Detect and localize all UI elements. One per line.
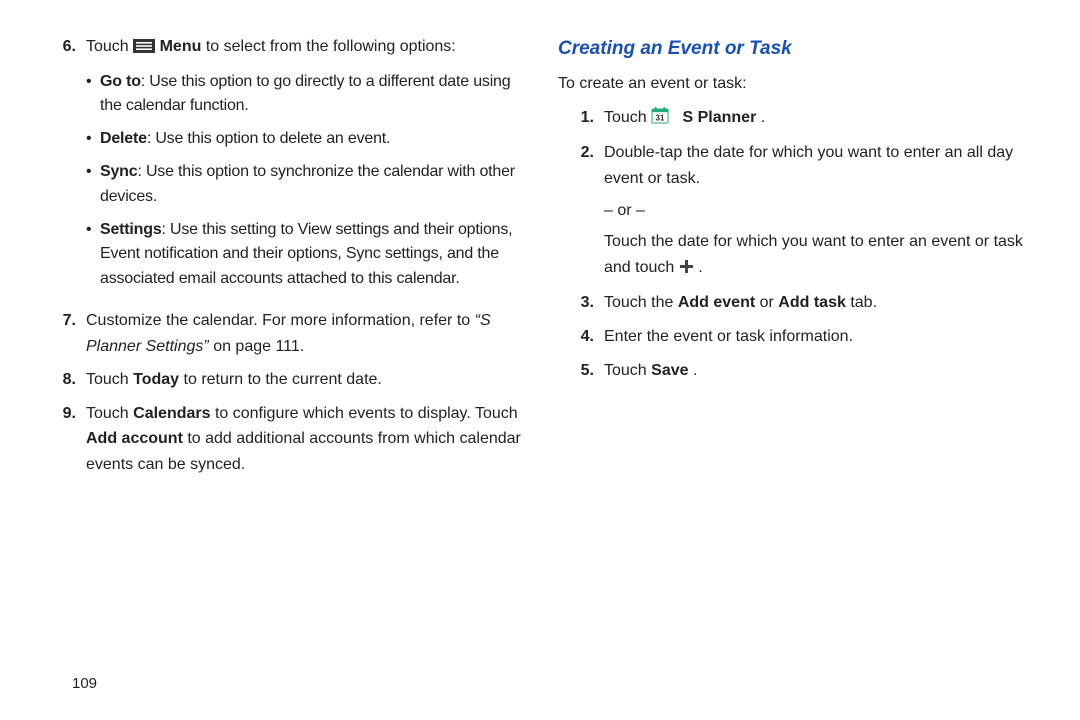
bullet-text: : Use this option to go directly to a di…	[100, 73, 510, 115]
bullet-delete: Delete: Use this option to delete an eve…	[86, 127, 522, 152]
calendar-icon: 31	[651, 106, 669, 133]
step-body: Touch the Add event or Add task tab.	[604, 290, 1040, 316]
step-text: on page 111.	[213, 338, 304, 355]
right-column: Creating an Event or Task To create an e…	[540, 34, 1040, 720]
step-text: to return to the current date.	[184, 371, 382, 388]
bullet-text: : Use this option to synchronize the cal…	[100, 163, 515, 205]
menu-options-list: Go to: Use this option to go directly to…	[86, 70, 522, 292]
bullet-settings: Settings: Use this setting to View setti…	[86, 218, 522, 292]
step-number: 9.	[40, 401, 86, 478]
step-text: .	[761, 109, 765, 126]
bullet-text: : Use this setting to View settings and …	[100, 221, 512, 288]
bullet-goto: Go to: Use this option to go directly to…	[86, 70, 522, 120]
step-number: 1.	[558, 105, 604, 133]
step-text: or	[760, 294, 779, 311]
step-number: 5.	[558, 358, 604, 384]
menu-label: Menu	[160, 38, 202, 55]
step-body: Touch Save .	[604, 358, 1040, 384]
menu-icon	[133, 36, 155, 62]
calendars-label: Calendars	[133, 405, 210, 422]
bullet-label: Settings	[100, 221, 162, 238]
section-heading: Creating an Event or Task	[558, 38, 1040, 60]
bullet-label: Sync	[100, 163, 137, 180]
step-number: 4.	[558, 324, 604, 350]
step-text: Touch the date for which you want to ent…	[604, 233, 1023, 276]
add-account-label: Add account	[86, 430, 183, 447]
step-4: 4. Enter the event or task information.	[558, 324, 1040, 350]
step-text: Double-tap the date for which you want t…	[604, 140, 1040, 191]
left-steps-list: 6. Touch Menu to select from the followi…	[40, 34, 522, 478]
svg-text:31: 31	[656, 113, 665, 122]
step-body: Touch Today to return to the current dat…	[86, 367, 522, 393]
step-text: Touch	[86, 38, 133, 55]
left-column: 6. Touch Menu to select from the followi…	[40, 34, 540, 720]
today-label: Today	[133, 371, 179, 388]
step-body: Double-tap the date for which you want t…	[604, 140, 1040, 282]
step-text: Touch	[604, 362, 651, 379]
bullet-sync: Sync: Use this option to synchronize the…	[86, 160, 522, 210]
step-text-alt: Touch the date for which you want to ent…	[604, 229, 1040, 282]
step-body: Customize the calendar. For more informa…	[86, 308, 522, 359]
add-event-label: Add event	[678, 294, 755, 311]
step-number: 6.	[40, 34, 86, 300]
plus-icon	[679, 257, 694, 283]
step-5: 5. Touch Save .	[558, 358, 1040, 384]
s-planner-label: S Planner	[683, 109, 757, 126]
step-body: Touch 31 S Planner .	[604, 105, 1040, 133]
step-number: 2.	[558, 140, 604, 282]
step-2: 2. Double-tap the date for which you wan…	[558, 140, 1040, 282]
step-text: Touch	[86, 371, 133, 388]
bullet-label: Go to	[100, 73, 141, 90]
step-6: 6. Touch Menu to select from the followi…	[40, 34, 522, 300]
bullet-label: Delete	[100, 130, 147, 147]
step-text: Touch	[86, 405, 133, 422]
step-3: 3. Touch the Add event or Add task tab.	[558, 290, 1040, 316]
or-divider: – or –	[604, 198, 1040, 224]
step-number: 7.	[40, 308, 86, 359]
step-1: 1. Touch 31 S Planner .	[558, 105, 1040, 133]
manual-page: 6. Touch Menu to select from the followi…	[0, 0, 1080, 720]
step-text: Touch the	[604, 294, 678, 311]
page-number: 109	[72, 675, 97, 692]
step-8: 8. Touch Today to return to the current …	[40, 367, 522, 393]
step-text: Touch	[604, 109, 651, 126]
step-text: tab.	[850, 294, 877, 311]
step-body: Touch Menu to select from the following …	[86, 34, 522, 300]
step-body: Enter the event or task information.	[604, 324, 1040, 350]
section-intro: To create an event or task:	[558, 72, 1040, 97]
bullet-text: : Use this option to delete an event.	[147, 130, 390, 147]
right-steps-list: 1. Touch 31 S Planner .	[558, 105, 1040, 383]
step-number: 8.	[40, 367, 86, 393]
add-task-label: Add task	[778, 294, 846, 311]
step-text: Customize the calendar. For more informa…	[86, 312, 475, 329]
step-text: to select from the following options:	[206, 38, 456, 55]
step-text: .	[698, 259, 702, 276]
step-9: 9. Touch Calendars to configure which ev…	[40, 401, 522, 478]
step-number: 3.	[558, 290, 604, 316]
step-text: to configure which events to display. To…	[215, 405, 518, 422]
step-7: 7. Customize the calendar. For more info…	[40, 308, 522, 359]
step-body: Touch Calendars to configure which event…	[86, 401, 522, 478]
step-text: .	[693, 362, 697, 379]
save-label: Save	[651, 362, 688, 379]
step-text: Enter the event or task information.	[604, 328, 853, 345]
